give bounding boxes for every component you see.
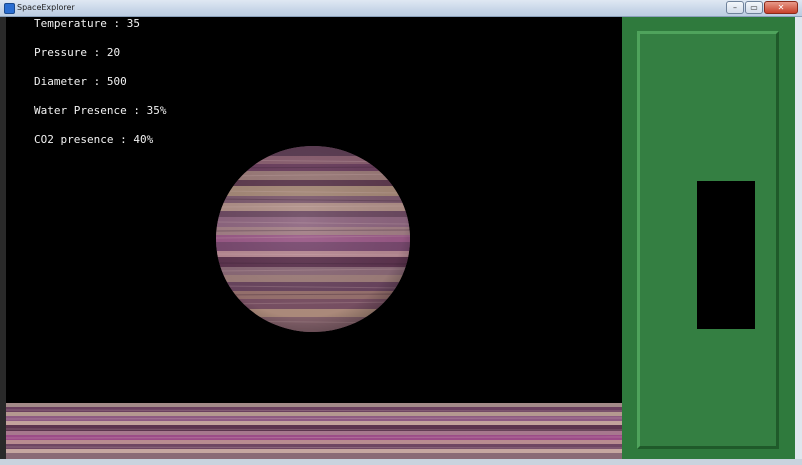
window-right-border [795, 17, 802, 465]
app-window: SpaceExplorer – ▭ ✕ Temperature : 35 Pre… [0, 0, 802, 465]
stat-water-presence: Water Presence : 35% [34, 104, 167, 117]
stat-co2-presence: CO2 presence : 40% [34, 133, 154, 146]
title-bar[interactable]: SpaceExplorer – ▭ ✕ [0, 0, 802, 17]
planet-surface-strip [6, 403, 622, 459]
panel-frame [637, 31, 779, 449]
stat-temperature: Temperature : 35 [34, 17, 140, 30]
side-control-panel [622, 17, 795, 462]
panel-display-slot[interactable] [697, 181, 755, 329]
close-button[interactable]: ✕ [764, 1, 798, 14]
app-icon [4, 3, 15, 14]
stat-pressure: Pressure : 20 [34, 46, 121, 59]
maximize-button[interactable]: ▭ [745, 1, 763, 14]
minimize-button[interactable]: – [726, 1, 744, 14]
planet-texture [216, 146, 410, 332]
window-controls: – ▭ ✕ [726, 1, 798, 14]
stat-diameter: Diameter : 500 [34, 75, 127, 88]
surface-texture [6, 403, 622, 459]
planet-sphere[interactable] [216, 146, 410, 332]
window-bottom-border [0, 459, 802, 465]
window-left-border [0, 17, 6, 465]
window-title: SpaceExplorer [17, 3, 75, 12]
